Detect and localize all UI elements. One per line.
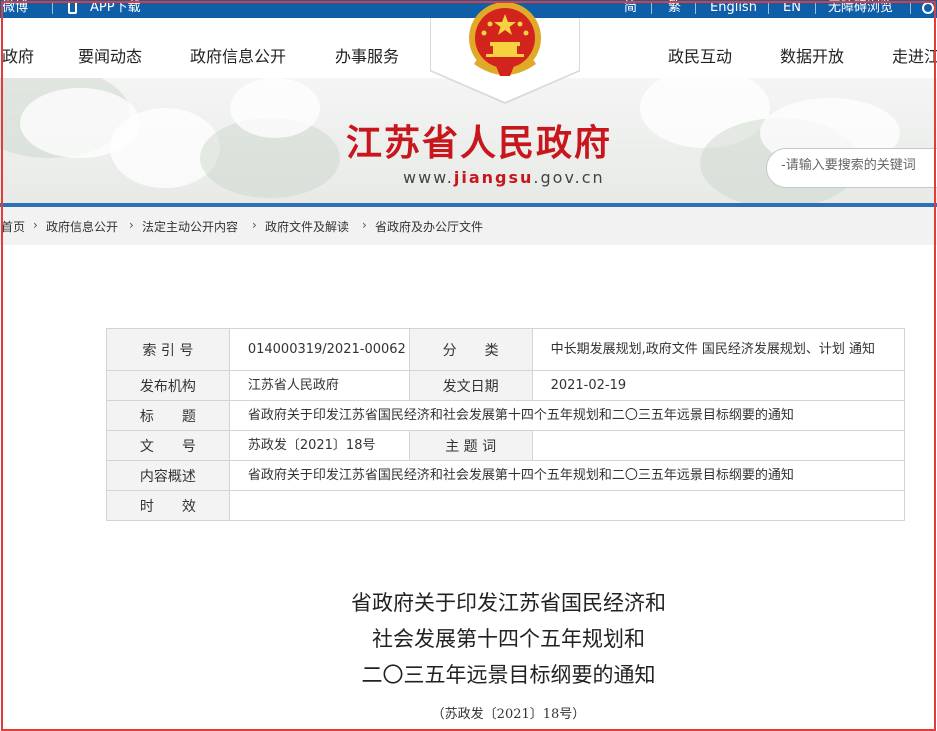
document-metadata-table: 索 引 号 014000319/2021-00062 分 类 中长期发展规划,政… [106,328,906,521]
document-title-line: 省政府关于印发江苏省国民经济和 [351,591,666,615]
validity-label: 时 效 [106,490,230,521]
site-banner: 江苏省人民政府 www.jiangsu.gov.cn [0,78,937,204]
summary-label: 内容概述 [106,460,230,491]
document-title: 省政府关于印发江苏省国民经济和 社会发展第十四个五年规划和 二〇三五年远景目标纲… [40,585,937,693]
table-row: 标 题 省政府关于印发江苏省国民经济和社会发展第十四个五年规划和二〇三五年远景目… [106,400,906,431]
app-download-link[interactable]: APP下载 [90,0,141,16]
document-number: （苏政发〔2021〕18号） [431,707,586,722]
breadcrumb-info-disclosure[interactable]: 政府信息公开 [46,218,118,235]
search-input[interactable] [781,158,937,173]
issue-date-value: 2021-02-19 [531,370,906,401]
english-link[interactable]: English [710,0,757,16]
category-value: 中长期发展规划,政府文件 国民经济发展规划、计划 通知 [531,328,906,371]
index-number-label: 索 引 号 [106,328,230,371]
nav-item-services[interactable]: 办事服务 [335,43,399,67]
document-number-value: 苏政发〔2021〕18号 [228,430,410,461]
nav-item-news[interactable]: 要闻动态 [78,43,142,67]
chevron-right-icon: › [362,218,367,232]
index-number-value: 014000319/2021-00062 [228,328,410,371]
traditional-chinese-link[interactable]: 繁 [668,0,681,16]
publisher-value: 江苏省人民政府 [228,370,410,401]
validity-value [228,490,906,521]
issue-date-label: 发文日期 [408,370,533,401]
accessibility-link[interactable]: 无障碍浏览 [828,0,893,16]
keywords-value [531,430,906,461]
divider [910,2,911,14]
nav-item-interaction[interactable]: 政民互动 [668,43,732,67]
chevron-right-icon: › [252,218,257,232]
accessibility-icon[interactable] [922,2,934,14]
search-box [766,148,937,188]
title-value: 省政府关于印发江苏省国民经济和社会发展第十四个五年规划和二〇三五年远景目标纲要的… [228,400,906,431]
publisher-label: 发布机构 [106,370,230,401]
breadcrumb-provincial-documents[interactable]: 省政府及办公厅文件 [375,218,483,235]
breadcrumb: 首页 › 政府信息公开 › 法定主动公开内容 › 政府文件及解读 › 省政府及办… [0,207,937,245]
table-row: 时 效 [106,490,906,521]
category-label: 分 类 [408,328,533,371]
divider [695,2,696,14]
nav-item-open-data[interactable]: 数据开放 [780,43,844,67]
nav-item-government[interactable]: 政府 [2,43,34,67]
en-link[interactable]: EN [783,0,801,16]
table-row: 发布机构 江苏省人民政府 发文日期 2021-02-19 [106,370,906,401]
nav-item-about-jiangsu[interactable]: 走进江 [892,43,937,67]
table-row: 内容概述 省政府关于印发江苏省国民经济和社会发展第十四个五年规划和二〇三五年远景… [106,460,906,491]
site-url: www.jiangsu.gov.cn [403,168,605,187]
breadcrumb-documents[interactable]: 政府文件及解读 [265,218,349,235]
table-row: 索 引 号 014000319/2021-00062 分 类 中长期发展规划,政… [106,328,906,371]
chevron-right-icon: › [33,218,38,232]
decorative-flower [230,78,320,138]
national-emblem-icon [469,2,541,76]
document-number-label: 文 号 [106,430,230,461]
nav-item-info-disclosure[interactable]: 政府信息公开 [190,43,286,67]
mobile-icon [68,1,77,14]
breadcrumb-statutory-content[interactable]: 法定主动公开内容 [142,218,238,235]
site-title: 江苏省人民政府 [346,123,613,164]
keywords-label: 主 题 词 [408,430,533,461]
chevron-right-icon: › [129,218,134,232]
breadcrumb-home[interactable]: 首页 [1,218,25,235]
document-title-line: 二〇三五年远景目标纲要的通知 [361,663,656,687]
table-row: 文 号 苏政发〔2021〕18号 主 题 词 [106,430,906,461]
divider [52,2,53,14]
simplified-chinese-link[interactable]: 简 [624,0,637,16]
summary-value: 省政府关于印发江苏省国民经济和社会发展第十四个五年规划和二〇三五年远景目标纲要的… [228,460,906,491]
weibo-link[interactable]: 微博 [2,0,28,16]
divider [651,2,652,14]
title-label: 标 题 [106,400,230,431]
document-title-line: 社会发展第十四个五年规划和 [372,627,645,651]
divider [815,2,816,14]
divider [768,2,769,14]
